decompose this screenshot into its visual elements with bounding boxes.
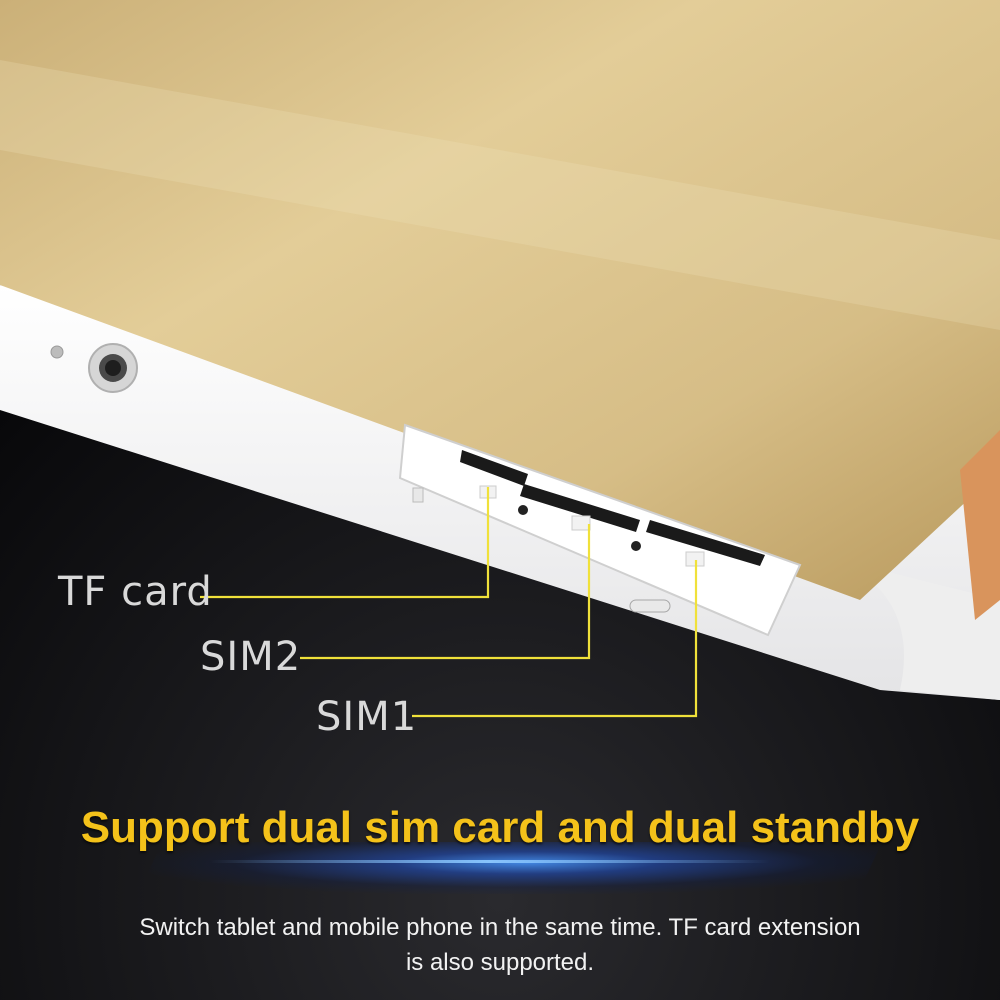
description-line-2: is also supported. bbox=[405, 949, 595, 976]
description-line-1: Switch tablet and mobile phone in the sa… bbox=[139, 914, 861, 941]
tf-card-label: TF card bbox=[58, 569, 213, 615]
slot-mark bbox=[412, 487, 424, 503]
product-image: TF card SIM2 SIM1 Support dual sim card … bbox=[0, 0, 1000, 1000]
usb-port-icon bbox=[629, 599, 671, 613]
headline: Support dual sim card and dual standby bbox=[80, 803, 920, 852]
reset-hole-icon bbox=[631, 541, 641, 551]
reset-hole-icon bbox=[518, 505, 528, 515]
sim2-label: SIM2 bbox=[200, 634, 302, 680]
sim1-label: SIM1 bbox=[316, 694, 418, 740]
headline-underline bbox=[210, 860, 770, 863]
flash-icon bbox=[50, 345, 64, 359]
slot-mark bbox=[571, 515, 591, 531]
